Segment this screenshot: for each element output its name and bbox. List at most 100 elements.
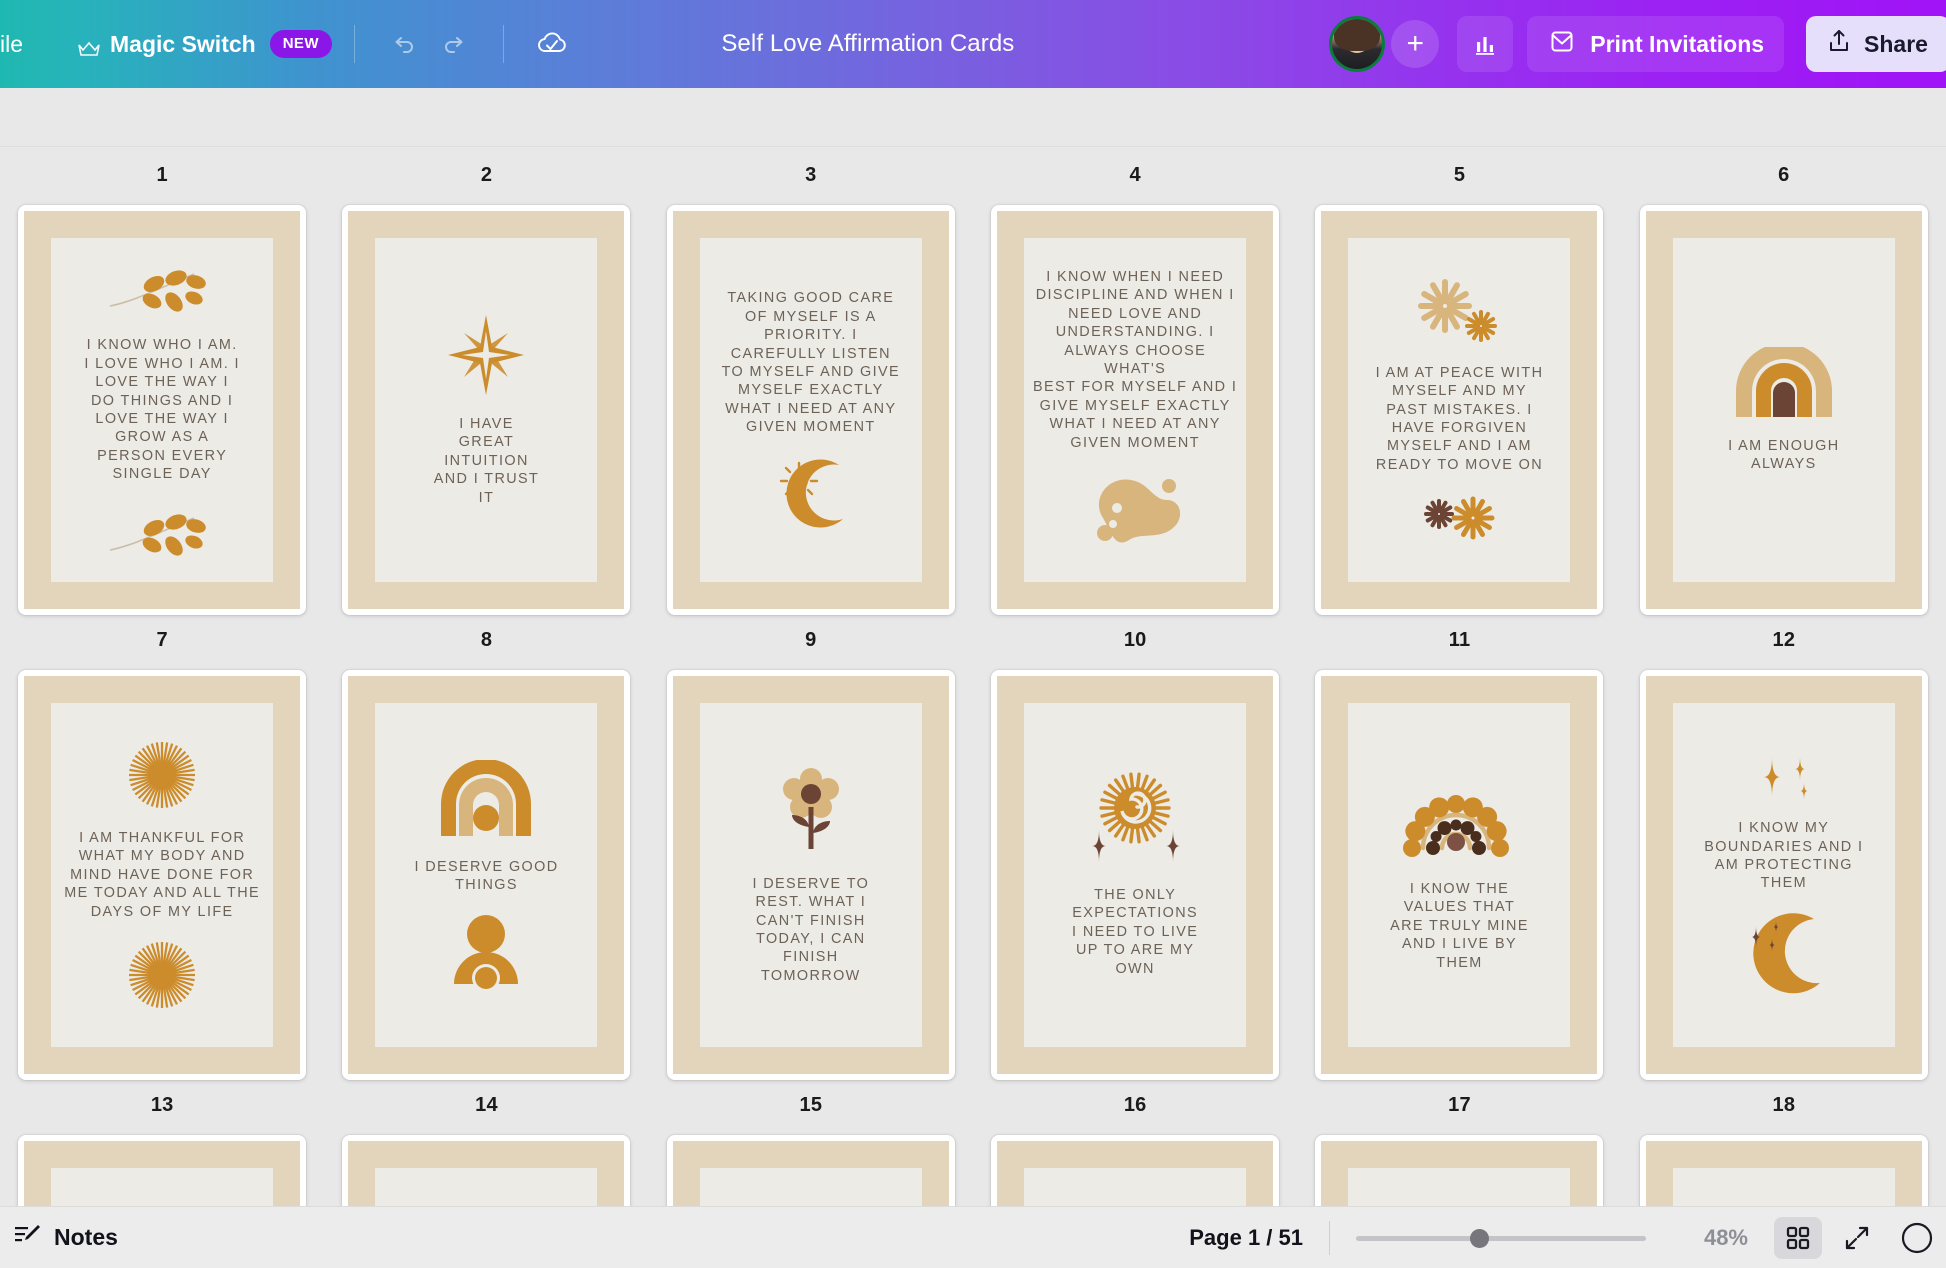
expand-button[interactable]: [1834, 1217, 1880, 1259]
page-number-label: 4: [1129, 164, 1141, 186]
page-thumbnail[interactable]: [1639, 1135, 1928, 1206]
page-thumbnail[interactable]: [666, 1135, 955, 1206]
zoom-slider[interactable]: [1356, 1227, 1646, 1249]
page-grid-area[interactable]: 1 I KNOW WHO I AM. I LOVE WHO I AM. I LOV…: [0, 88, 1946, 1206]
card-border: I AM ENOUGH ALWAYS: [1645, 211, 1922, 609]
page-thumbnail[interactable]: I KNOW MY BOUNDARIES AND I AM PROTECTING…: [1639, 670, 1928, 1080]
card-decoration-bottom: [765, 455, 857, 531]
page-cell: 1 I KNOW WHO I AM. I LOVE WHO I AM. I LOV…: [0, 150, 324, 615]
collaborators-group: +: [1329, 16, 1440, 72]
card-border: [1645, 1141, 1922, 1206]
card-face: I KNOW THE VALUES THAT ARE TRULY MINE AN…: [1348, 703, 1571, 1047]
grid-view-icon: [1786, 1226, 1810, 1249]
page-thumbnail[interactable]: TAKING GOOD CARE OF MYSELF IS A PRIORITY…: [666, 205, 955, 615]
card-decoration-top: [1742, 753, 1826, 801]
page-number-label: 8: [480, 629, 493, 651]
undo-button[interactable]: [377, 18, 429, 70]
page-cell: 17: [1297, 1080, 1621, 1206]
page-cell: 6 I AM ENOUGH ALWAYS: [1622, 150, 1946, 615]
card-face: I DESERVE TO REST. WHAT I CAN'T FINISH T…: [699, 703, 922, 1047]
page-cell: 2 I HAVE GREAT INTUITION AND I TRUST IT: [324, 150, 648, 615]
card-border: [672, 1141, 949, 1206]
card-face: [699, 1168, 922, 1206]
page-thumbnail[interactable]: [991, 1135, 1280, 1206]
page-number-label: 2: [480, 164, 493, 186]
page-cell: 4 I KNOW WHEN I NEED DISCIPLINE AND WHEN …: [973, 150, 1297, 615]
magic-switch-button[interactable]: Magic Switch NEW: [78, 30, 332, 58]
card-border: I HAVE GREAT INTUITION AND I TRUST IT: [348, 211, 625, 609]
print-invitations-button[interactable]: Print Invitations: [1527, 16, 1785, 72]
card-border: THE ONLY EXPECTATIONS I NEED TO LIVE UP …: [997, 676, 1274, 1074]
page-number-label: 16: [1123, 1094, 1147, 1116]
document-title[interactable]: Self Love Affirmation Cards: [721, 30, 1014, 58]
card-border: I KNOW MY BOUNDARIES AND I AM PROTECTING…: [1645, 676, 1922, 1074]
zoom-level-label: 48%: [1703, 1224, 1748, 1250]
card-decoration-top: [1400, 778, 1518, 862]
spiral-sun-sparkle-icon: [1081, 772, 1189, 868]
page-thumbnail[interactable]: I HAVE GREAT INTUITION AND I TRUST IT: [342, 205, 631, 615]
page-number-label: 7: [156, 629, 168, 651]
affirmation-text: I KNOW WHEN I NEED DISCIPLINE AND WHEN I…: [1033, 268, 1238, 451]
zoom-slider-knob[interactable]: [1470, 1228, 1489, 1248]
grid-top-divider: [0, 146, 1946, 147]
bottom-divider: [1329, 1220, 1330, 1255]
card-decoration-bottom: [126, 939, 198, 1011]
crescent-moon-icon: [1736, 911, 1832, 997]
card-decoration-bottom: [447, 912, 525, 991]
page-thumbnail[interactable]: I DESERVE TO REST. WHAT I CAN'T FINISH T…: [666, 670, 955, 1080]
share-button[interactable]: Share: [1806, 16, 1946, 72]
card-decoration-bottom: [102, 502, 222, 562]
page-cell: 11 I KNOW THE VALUES THAT ARE TRULY MINE …: [1297, 615, 1621, 1080]
page-number-label: 5: [1453, 164, 1466, 186]
affirmation-text: I KNOW WHO I AM. I LOVE WHO I AM. I LOVE…: [84, 337, 240, 483]
card-face: [375, 1168, 598, 1206]
card-face: I KNOW WHO I AM. I LOVE WHO I AM. I LOVE…: [51, 238, 274, 582]
cloud-check-icon[interactable]: [526, 18, 578, 70]
page-thumbnail[interactable]: I KNOW WHO I AM. I LOVE WHO I AM. I LOVE…: [18, 205, 307, 615]
card-decoration-top: [1726, 346, 1842, 419]
analytics-button[interactable]: [1457, 16, 1514, 72]
page-thumbnail[interactable]: I AM THANKFUL FOR WHAT MY BODY AND MIND …: [18, 670, 307, 1080]
page-cell: 8 I DESERVE GOOD THINGS: [324, 615, 648, 1080]
toolbar-divider-2: [502, 25, 504, 63]
crown-icon: [78, 36, 100, 56]
page-thumbnail[interactable]: I AM ENOUGH ALWAYS: [1639, 205, 1928, 615]
card-decoration-top: [444, 313, 528, 397]
page-cell: 9 I DESERVE TO REST. WHAT I CAN'T FINISH …: [649, 615, 973, 1080]
card-decoration-top: [1081, 772, 1189, 868]
page-thumbnail[interactable]: [342, 1135, 631, 1206]
share-label: Share: [1864, 30, 1928, 57]
page-cell: 14: [324, 1080, 648, 1206]
notes-button[interactable]: Notes: [14, 1222, 118, 1254]
card-border: I KNOW WHEN I NEED DISCIPLINE AND WHEN I…: [997, 211, 1274, 609]
page-number-label: 15: [799, 1094, 823, 1116]
page-thumbnail[interactable]: I DESERVE GOOD THINGS: [342, 670, 631, 1080]
page-thumbnail[interactable]: THE ONLY EXPECTATIONS I NEED TO LIVE UP …: [991, 670, 1280, 1080]
share-upload-icon: [1826, 27, 1852, 61]
page-number-label: 18: [1772, 1094, 1796, 1116]
card-face: I AM THANKFUL FOR WHAT MY BODY AND MIND …: [51, 703, 274, 1047]
page-thumbnail[interactable]: I KNOW WHEN I NEED DISCIPLINE AND WHEN I…: [991, 205, 1280, 615]
card-decoration-top: [1417, 278, 1501, 346]
grid-view-button[interactable]: [1774, 1216, 1822, 1259]
notes-pencil-icon: [14, 1222, 42, 1254]
page-thumbnail[interactable]: [18, 1135, 307, 1206]
page-number-label: 3: [805, 164, 817, 186]
affirmation-text: I HAVE GREAT INTUITION AND I TRUST IT: [433, 415, 540, 506]
page-thumbnail[interactable]: I KNOW THE VALUES THAT ARE TRULY MINE AN…: [1315, 670, 1604, 1080]
page-grid: 1 I KNOW WHO I AM. I LOVE WHO I AM. I LOV…: [0, 150, 1946, 1206]
add-collaborator-button[interactable]: +: [1391, 20, 1440, 68]
page-thumbnail[interactable]: [1315, 1135, 1604, 1206]
page-thumbnail[interactable]: I AM AT PEACE WITH MYSELF AND MY PAST MI…: [1315, 205, 1604, 615]
card-face: TAKING GOOD CARE OF MYSELF IS A PRIORITY…: [699, 238, 922, 582]
file-menu-button[interactable]: File: [0, 31, 32, 58]
help-button[interactable]: [1894, 1215, 1940, 1261]
redo-button[interactable]: [429, 18, 481, 70]
card-border: I DESERVE TO REST. WHAT I CAN'T FINISH T…: [672, 676, 949, 1074]
card-decoration-bottom: [1736, 911, 1832, 997]
card-face: [51, 1168, 274, 1206]
card-border: I AM AT PEACE WITH MYSELF AND MY PAST MI…: [1321, 211, 1598, 609]
page-indicator[interactable]: Page 1 / 51: [1189, 1225, 1303, 1251]
card-decoration-top: [102, 258, 222, 318]
avatar[interactable]: [1329, 16, 1386, 72]
